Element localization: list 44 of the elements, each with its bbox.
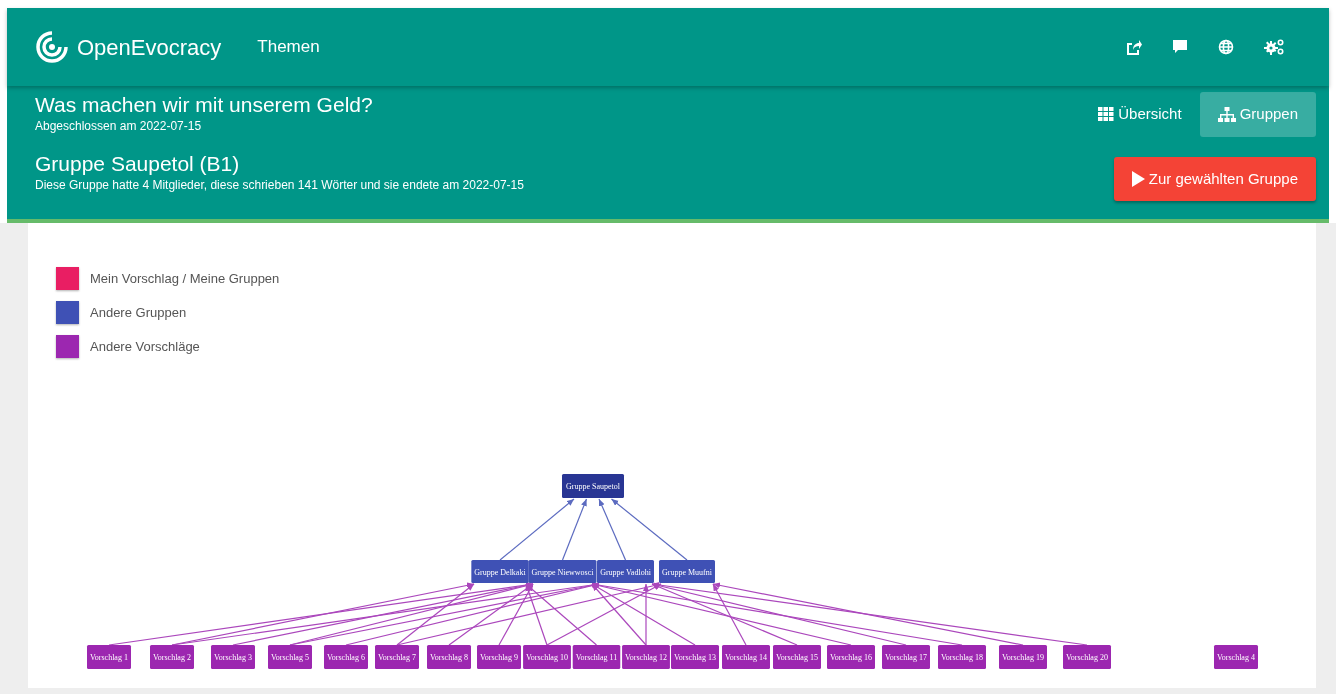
brand-name[interactable]: OpenEvocracy <box>77 30 222 64</box>
proposal-node[interactable]: Vorschlag 4 <box>1214 645 1258 669</box>
proposal-node[interactable]: Vorschlag 13 <box>671 645 719 669</box>
legend-label: Mein Vorschlag / Meine Gruppen <box>90 269 280 288</box>
proposal-node[interactable]: Vorschlag 11 <box>572 645 621 669</box>
nav-link[interactable]: Themen <box>257 34 320 60</box>
proposal-node[interactable]: Vorschlag 20 <box>1063 645 1111 669</box>
legend-label: Andere Gruppen <box>90 303 187 322</box>
view-tab[interactable]: Übersicht <box>1080 92 1200 137</box>
go-to-group-button[interactable]: Zur gewählten Gruppe <box>1113 156 1316 201</box>
legend-label: Andere Vorschläge <box>90 337 200 356</box>
chat-icon[interactable] <box>1172 39 1188 55</box>
proposal-node[interactable]: Vorschlag 16 <box>827 645 875 669</box>
group-title: Gruppe Saupetol (B1) <box>35 151 241 177</box>
proposal-node[interactable]: Vorschlag 19 <box>999 645 1047 669</box>
logo-icon <box>35 30 69 64</box>
proposal-node[interactable]: Vorschlag 5 <box>268 645 312 669</box>
group-node[interactable]: Gruppe Muufni <box>659 560 715 583</box>
group-node[interactable]: Gruppe Vadlohi <box>597 560 654 583</box>
proposal-node[interactable]: Vorschlag 15 <box>773 645 821 669</box>
group-node[interactable]: Gruppe Saupetol <box>562 474 624 498</box>
proposal-node[interactable]: Vorschlag 6 <box>324 645 368 669</box>
topic-subtitle: Abgeschlossen am 2022-07-15 <box>35 118 203 136</box>
globe-icon[interactable] <box>1218 39 1234 55</box>
play-icon <box>1131 170 1145 187</box>
proposal-node[interactable]: Vorschlag 14 <box>722 645 770 669</box>
proposal-node[interactable]: Vorschlag 18 <box>938 645 986 669</box>
grid-icon <box>1098 107 1115 122</box>
group-node[interactable]: Gruppe Delkaki <box>471 560 529 583</box>
settings-icon[interactable] <box>1264 39 1284 55</box>
proposal-node[interactable]: Vorschlag 10 <box>523 645 571 669</box>
proposal-node[interactable]: Vorschlag 3 <box>211 645 255 669</box>
group-description: Diese Gruppe hatte 4 Mitglieder, diese schrieben 141 Wörter und sie endete am 2022-07-15 <box>35 177 525 195</box>
proposal-node[interactable]: Vorschlag 1 <box>87 645 131 669</box>
proposal-node[interactable]: Vorschlag 8 <box>427 645 471 669</box>
proposal-node[interactable]: Vorschlag 7 <box>375 645 419 669</box>
group-node[interactable]: Gruppe Niewwosci <box>528 560 597 583</box>
topic-title: Was machen wir mit unserem Geld? <box>35 92 374 118</box>
hierarchy-icon <box>1217 106 1236 122</box>
proposal-node[interactable]: Vorschlag 17 <box>882 645 930 669</box>
proposal-node[interactable]: Vorschlag 2 <box>150 645 194 669</box>
share-icon[interactable] <box>1125 38 1142 56</box>
proposal-node[interactable]: Vorschlag 12 <box>622 645 670 669</box>
proposal-node[interactable]: Vorschlag 9 <box>477 645 521 669</box>
